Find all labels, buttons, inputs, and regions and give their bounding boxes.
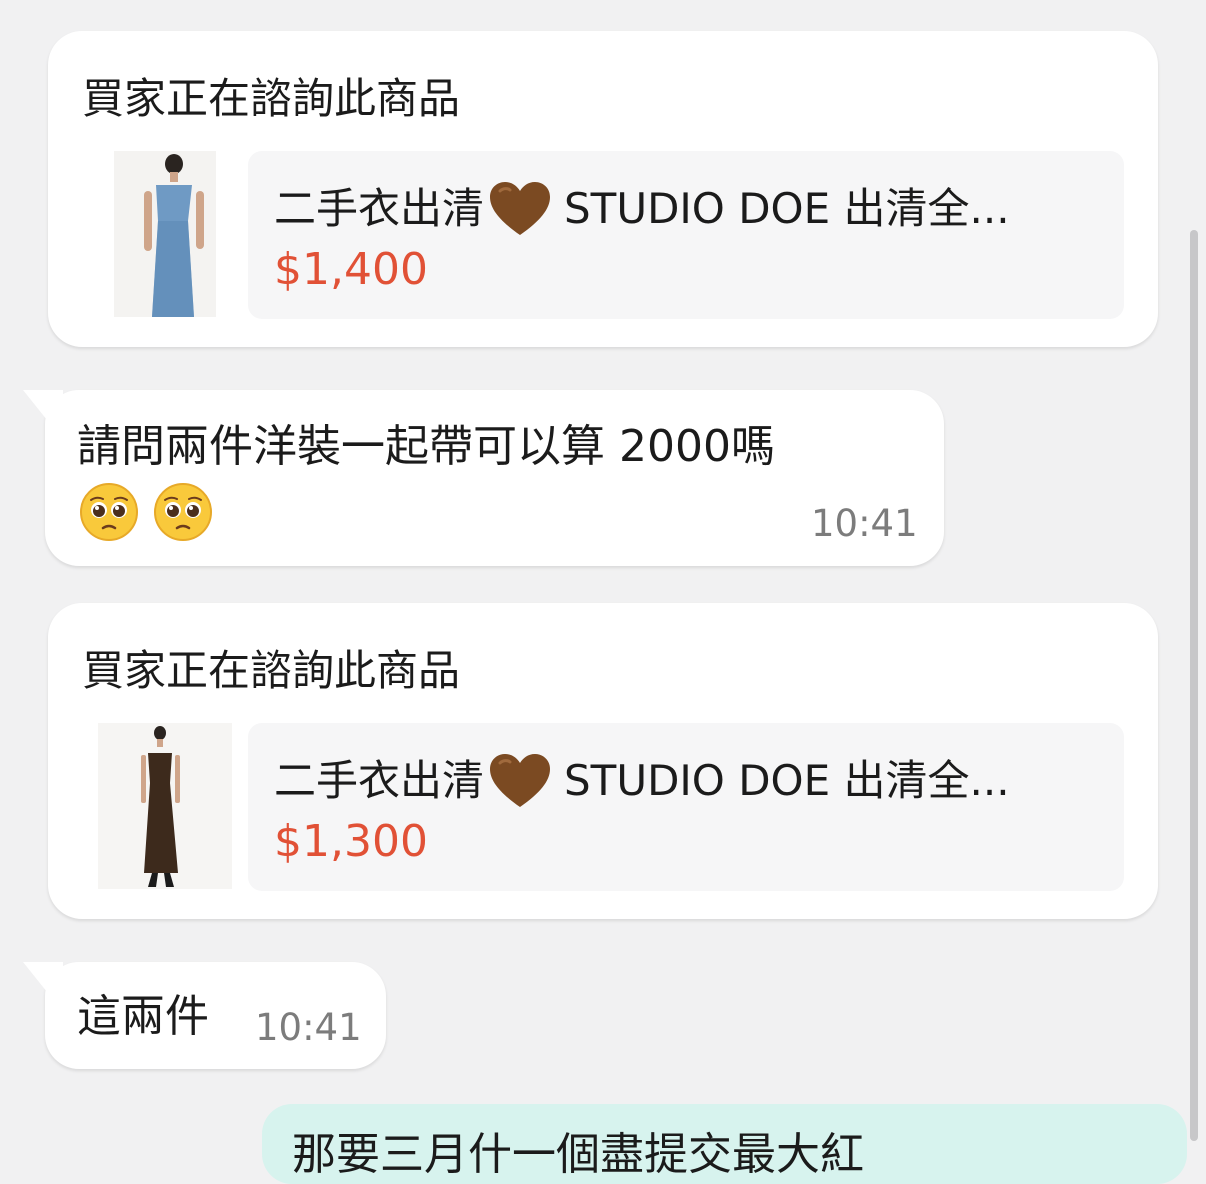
product-title-prefix: 二手衣出清 (274, 756, 485, 805)
message-timestamp: 10:41 (255, 1006, 362, 1049)
product-inquiry-card-1[interactable]: 買家正在諮詢此商品 二手衣出清 STUDIO DOE 出清全... $1,400 (48, 31, 1158, 347)
product-thumbnail-blue-dress[interactable] (114, 151, 216, 317)
brown-dress-image (98, 723, 232, 889)
bubble-tail (23, 390, 63, 440)
inquiry-header: 買家正在諮詢此商品 (82, 646, 461, 695)
product-title-suffix: STUDIO DOE 出清全... (564, 184, 1010, 233)
product-thumbnail-brown-dress[interactable] (98, 723, 232, 889)
message-text: 那要三月什一個盡提交最大紅 (292, 1129, 864, 1180)
product-inquiry-card-2[interactable]: 買家正在諮詢此商品 二手衣出清 STUDIO DOE 出清全... $1,300 (48, 603, 1158, 919)
scrollbar[interactable] (1188, 0, 1200, 1141)
product-title: 二手衣出清 STUDIO DOE 出清全... (274, 753, 1010, 809)
product-title-suffix: STUDIO DOE 出清全... (564, 756, 1010, 805)
emoji-row (79, 482, 213, 542)
incoming-message-bubble[interactable]: 這兩件 10:41 (23, 962, 386, 1069)
scrollbar-thumb[interactable] (1190, 230, 1198, 1141)
blue-dress-image (114, 151, 216, 317)
bubble-tail (23, 962, 63, 1012)
product-title: 二手衣出清 STUDIO DOE 出清全... (274, 181, 1010, 237)
product-price: $1,300 (274, 816, 428, 867)
incoming-message-bubble[interactable]: 請問兩件洋裝一起帶可以算 2000嗎 10:41 (23, 390, 944, 566)
product-price: $1,400 (274, 244, 428, 295)
pleading-face-icon (154, 483, 212, 541)
message-text: 這兩件 (77, 991, 209, 1042)
product-info-panel[interactable]: 二手衣出清 STUDIO DOE 出清全... $1,400 (248, 151, 1124, 319)
pleading-face-icon (80, 483, 138, 541)
inquiry-header: 買家正在諮詢此商品 (82, 74, 461, 123)
brown-heart-icon (490, 754, 551, 807)
product-info-panel[interactable]: 二手衣出清 STUDIO DOE 出清全... $1,300 (248, 723, 1124, 891)
brown-heart-icon (490, 182, 551, 235)
outgoing-message-bubble[interactable]: 那要三月什一個盡提交最大紅 (262, 1104, 1187, 1184)
message-timestamp: 10:41 (811, 502, 918, 545)
product-title-prefix: 二手衣出清 (274, 184, 485, 233)
message-text: 請問兩件洋裝一起帶可以算 2000嗎 (77, 421, 775, 472)
